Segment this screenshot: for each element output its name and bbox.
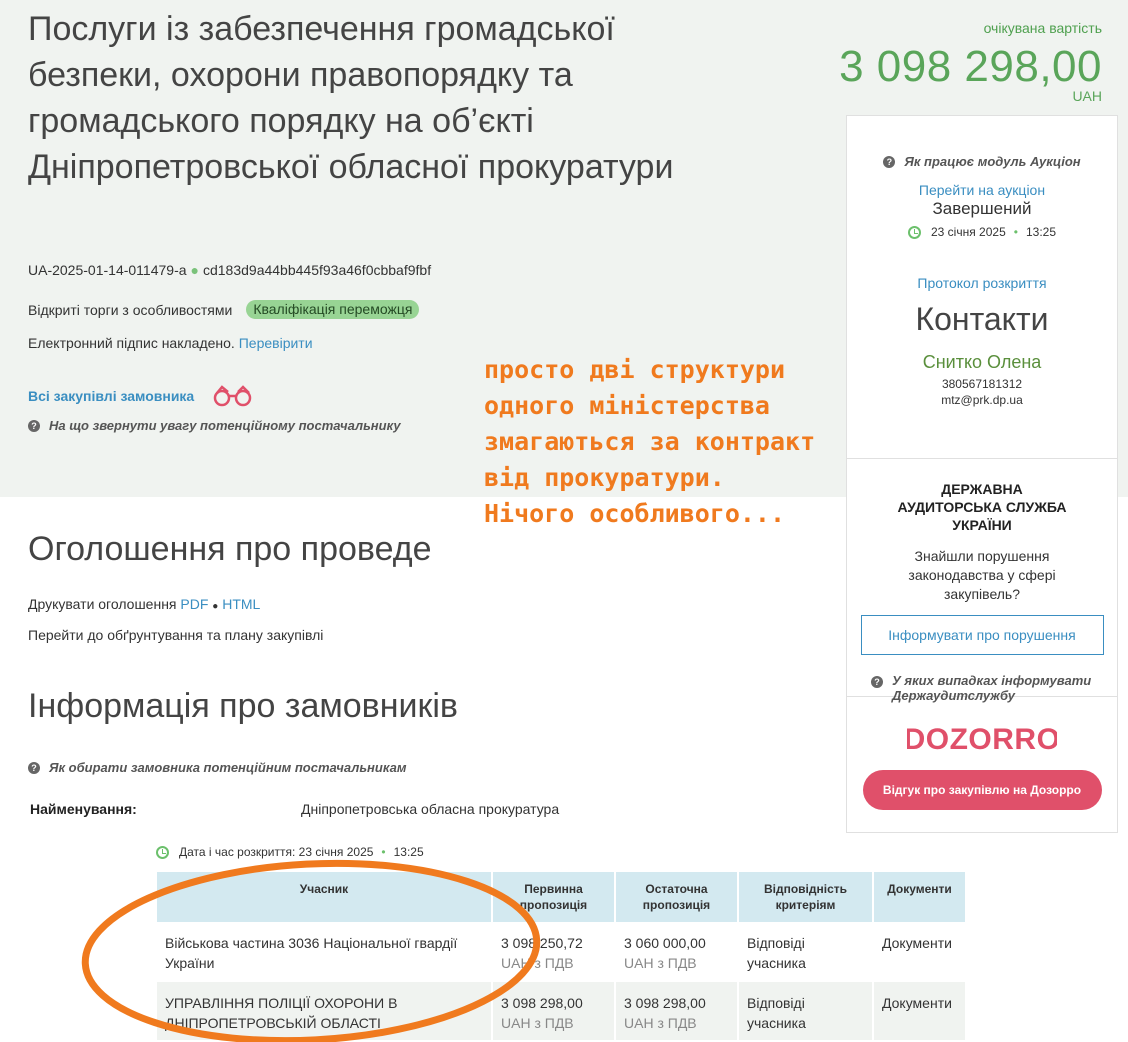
bids-table: Учасник Первинна пропозиція Остаточна пр… (155, 872, 967, 1040)
sidebar-audit-section: ДЕРЖАВНА АУДИТОРСЬКА СЛУЖБА УКРАЇНИ Знай… (847, 459, 1117, 703)
separator-dot-icon: ● (190, 262, 199, 278)
bid-initial: 3 098 250,72 UAH з ПДВ (493, 922, 614, 982)
bid-initial-vat: UAH з ПДВ (501, 955, 574, 971)
auction-date: 23 січня 2025 (931, 225, 1006, 239)
bid-documents-link[interactable]: Документи (874, 982, 965, 1040)
question-icon: ? (883, 155, 896, 168)
bids-opening-label: Дата і час розкриття: 23 січня 2025 (179, 845, 374, 859)
report-violation-button[interactable]: Інформувати про порушення (860, 615, 1104, 655)
header-participant: Учасник (157, 872, 491, 922)
clock-icon (156, 845, 169, 859)
header-initial-offer: Первинна пропозиція (493, 872, 614, 922)
print-label: Друкувати оголошення (28, 596, 177, 612)
bid-initial-vat: UAH з ПДВ (501, 1015, 574, 1031)
auction-help[interactable]: ? Як працює модуль Аукціон (847, 154, 1117, 169)
bid-final: 3 098 298,00 UAH з ПДВ (616, 982, 737, 1040)
bids-opening-row: Дата і час розкриття: 23 січня 2025 • 13… (156, 845, 424, 859)
binoculars-icon[interactable] (212, 385, 254, 407)
bid-initial-amount: 3 098 250,72 (501, 935, 583, 951)
dozorro-feedback-button[interactable]: Відгук про закупівлю на Дозорро (862, 770, 1102, 810)
supplier-hint-text: На що звернути увагу потенційному постач… (49, 418, 401, 433)
expected-cost-label: очікувана вартість (983, 20, 1102, 36)
bid-final-vat: UAH з ПДВ (624, 955, 697, 971)
procedure-type: Відкриті торги з особливостями (28, 301, 233, 318)
signature-text: Електронний підпис накладено. (28, 335, 235, 351)
expected-cost-value: 3 098 298,00 (839, 42, 1102, 91)
procedure-type-row: Відкриті торги з особливостями Кваліфіка… (28, 300, 420, 319)
announcement-title: Оголошення про проведе (28, 530, 432, 568)
bid-final-vat: UAH з ПДВ (624, 1015, 697, 1031)
all-purchases-link[interactable]: Всі закупівлі замовника (28, 388, 194, 404)
bid-participant: Військова частина 3036 Національної гвар… (157, 922, 491, 982)
justification-link[interactable]: Перейти до обґрунтування та плану закупі… (28, 627, 323, 643)
bid-documents-link[interactable]: Документи (874, 922, 965, 982)
question-icon: ? (28, 761, 40, 774)
dozorro-logo-icon: DOZORRO (907, 723, 1057, 756)
audit-hint-text: У яких випадках інформувати Держаудитслу… (892, 673, 1092, 703)
question-icon: ? (28, 419, 40, 432)
audit-question: Знайшли порушення законодавства у сфері … (908, 548, 1056, 602)
bid-final-amount: 3 060 000,00 (624, 935, 706, 951)
header-final-offer: Остаточна пропозиція (616, 872, 737, 922)
auction-time: 13:25 (1025, 225, 1056, 239)
bids-table-header: Учасник Первинна пропозиція Остаточна пр… (157, 872, 965, 922)
table-row: УПРАВЛІННЯ ПОЛІЦІЇ ОХОРОНИ В ДНІПРОПЕТРО… (157, 982, 965, 1040)
bid-criteria-link[interactable]: Відповіді учасника (739, 922, 872, 982)
contacts-title: Контакти (915, 301, 1049, 337)
print-announcement-row: Друкувати оголошення PDF ● HTML (28, 596, 260, 612)
bid-final: 3 060 000,00 UAH з ПДВ (616, 922, 737, 982)
header-documents: Документи (874, 872, 965, 922)
tender-identifier: UA-2025-01-14-011479-a ● cd183d9a44bb445f9… (28, 262, 431, 278)
customers-title: Інформація про замовників (28, 687, 458, 725)
opening-protocol-link[interactable]: Протокол розкриття (847, 275, 1117, 291)
auction-status: Завершений (932, 199, 1032, 218)
supplier-hint[interactable]: ? На що звернути увагу потенційному пост… (28, 418, 401, 433)
bids-opening-time: 13:25 (393, 845, 424, 859)
separator-dot-icon: • (381, 845, 386, 859)
tender-id: UA-2025-01-14-011479-a (28, 262, 187, 278)
dozorro-logo-text: DOZORRO (907, 723, 1057, 756)
header-criteria: Відповідність критеріям (739, 872, 872, 922)
contact-phone: 380567181312 (941, 377, 1023, 391)
dozorro-logo: DOZORRO (847, 717, 1117, 757)
audit-service-title: ДЕРЖАВНА АУДИТОРСЬКА СЛУЖБА УКРАЇНИ (897, 481, 1067, 533)
bid-participant: УПРАВЛІННЯ ПОЛІЦІЇ ОХОРОНИ В ДНІПРОПЕТРО… (157, 982, 491, 1040)
customer-hint-text: Як обирати замовника потенційним постача… (49, 760, 407, 775)
auction-date-row: 23 січня 2025 • 13:25 (847, 225, 1117, 239)
status-badge: Кваліфікація переможця (246, 300, 420, 319)
sidebar-auction-section: ? Як працює модуль Аукціон Перейти на ау… (847, 116, 1117, 459)
signature-row: Електронний підпис накладено. Перевірити (28, 335, 313, 351)
question-icon: ? (871, 676, 883, 688)
contact-name: Снитко Олена (922, 352, 1042, 372)
contact-email[interactable]: mtz@prk.dp.ua (847, 393, 1117, 407)
sidebar-dozorro-section: DOZORRO Відгук про закупівлю на Дозорро (847, 697, 1117, 810)
tender-hash: cd183d9a44bb445f93a46f0cbbaf9fbf (202, 262, 432, 278)
expected-cost-currency: UAH (1072, 88, 1102, 104)
separator-dot-icon: ● (212, 601, 219, 612)
bid-initial-amount: 3 098 298,00 (501, 995, 583, 1011)
sidebar: ? Як працює модуль Аукціон Перейти на ау… (846, 115, 1118, 833)
clock-icon (908, 225, 921, 239)
go-to-auction-link[interactable]: Перейти на аукціон (847, 182, 1117, 198)
verify-signature-link[interactable]: Перевірити (239, 335, 313, 351)
bid-initial: 3 098 298,00 UAH з ПДВ (493, 982, 614, 1040)
customer-name-label: Найменування: (30, 801, 137, 817)
all-purchases-row: Всі закупівлі замовника (28, 385, 254, 407)
bid-criteria-link[interactable]: Відповіді учасника (739, 982, 872, 1040)
customer-name-value: Дніпропетровська обласна прокуратура (301, 801, 560, 817)
bid-final-amount: 3 098 298,00 (624, 995, 706, 1011)
table-row: Військова частина 3036 Національної гвар… (157, 922, 965, 982)
auction-help-text: Як працює модуль Аукціон (904, 154, 1081, 169)
print-pdf-link[interactable]: PDF (180, 596, 208, 612)
print-html-link[interactable]: HTML (222, 596, 260, 612)
separator-dot-icon: • (1013, 225, 1018, 239)
page-title: Послуги із забезпечення громадської безп… (28, 10, 674, 186)
customer-hint[interactable]: ? Як обирати замовника потенційним поста… (28, 760, 406, 775)
